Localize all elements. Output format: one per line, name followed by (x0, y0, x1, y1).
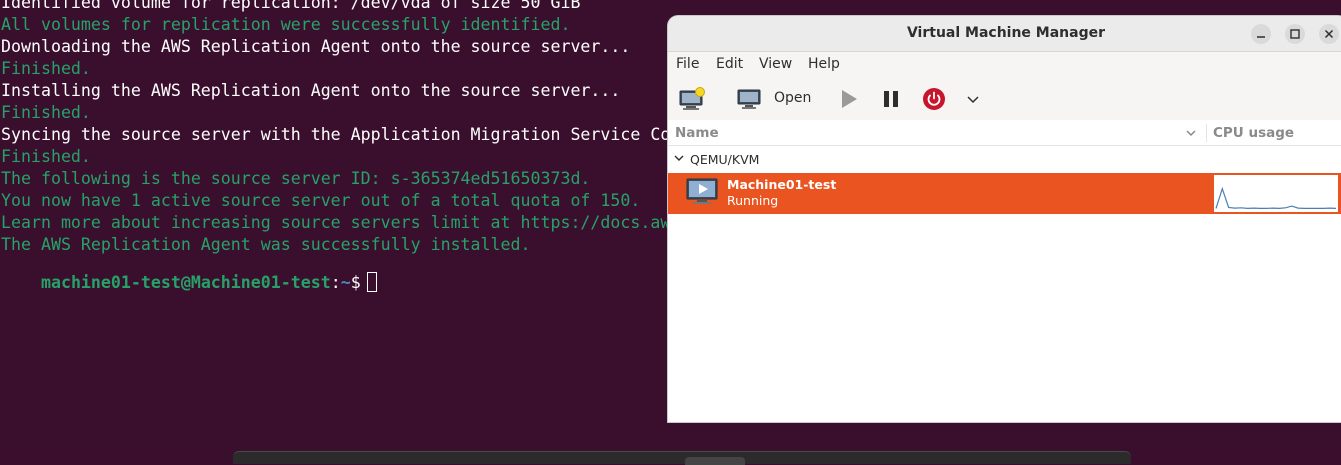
list-header: Name CPU usage (668, 120, 1341, 146)
dock (233, 451, 1131, 465)
terminal-line: Finished. (1, 147, 91, 166)
terminal-line: Finished. (1, 103, 91, 122)
vmm-window: Virtual Machine Manager File Edit View H… (668, 16, 1341, 422)
menu-view[interactable]: View (759, 56, 792, 72)
cpu-usage-line (1215, 186, 1337, 210)
maximize-icon (1290, 29, 1300, 39)
vm-running-icon (686, 178, 718, 204)
terminal-line: Downloading the AWS Replication Agent on… (1, 37, 631, 56)
chevron-down-icon (967, 96, 979, 104)
maximize-button[interactable] (1285, 24, 1305, 44)
cpu-usage-graph (1214, 175, 1338, 212)
connection-row[interactable]: QEMU/KVM (668, 147, 1341, 171)
play-icon (842, 90, 857, 108)
terminal-line: The following is the source server ID: s… (1, 169, 591, 188)
dock-item[interactable] (685, 457, 745, 465)
shutdown-menu-button[interactable] (966, 92, 980, 106)
toolbar: Open (668, 78, 1341, 121)
close-icon (1324, 29, 1334, 39)
terminal-line: All volumes for replication were success… (1, 15, 571, 34)
terminal-line: Identified volume for replication: /dev/… (1, 0, 581, 12)
open-label: Open (774, 90, 812, 106)
menu-help[interactable]: Help (808, 56, 840, 72)
pause-button[interactable] (881, 88, 903, 110)
cpu-usage-sparkline (1215, 186, 1337, 210)
window-title: Virtual Machine Manager (906, 25, 1106, 41)
prompt-path: ~ (340, 273, 351, 292)
column-cpu-header[interactable]: CPU usage (1213, 125, 1294, 141)
minimize-icon (1257, 36, 1265, 38)
pause-icon (884, 91, 898, 107)
new-vm-button[interactable] (678, 86, 708, 112)
prompt-colon: : (330, 273, 341, 292)
prompt-user-host: machine01-test@Machine01-test (40, 273, 331, 292)
terminal-prompt-line[interactable]: machine01-test@Machine01-test:~$ (1, 250, 377, 292)
open-button[interactable]: Open (736, 86, 816, 112)
terminal-line: Finished. (1, 59, 91, 78)
terminal-line: You now have 1 active source server out … (1, 191, 641, 210)
minimize-button[interactable] (1251, 24, 1271, 44)
vm-row[interactable]: Machine01-test Running (668, 173, 1341, 214)
connection-label: QEMU/KVM (690, 152, 760, 167)
vm-status: Running (727, 193, 779, 208)
sort-chevron-icon[interactable] (1185, 128, 1197, 140)
terminal-line: Syncing the source server with the Appli… (1, 125, 751, 144)
vm-name: Machine01-test (727, 177, 837, 192)
prompt-dollar: $ (350, 273, 361, 292)
menu-edit[interactable]: Edit (716, 56, 743, 72)
run-button[interactable] (838, 88, 860, 110)
chevron-down-icon[interactable] (673, 153, 685, 165)
close-button[interactable] (1319, 24, 1339, 44)
column-divider[interactable] (1206, 124, 1207, 142)
new-vm-icon (679, 87, 705, 110)
vmm-titlebar[interactable]: Virtual Machine Manager (668, 16, 1341, 52)
terminal-cursor (366, 272, 377, 292)
shutdown-button[interactable] (922, 87, 946, 111)
power-icon (923, 88, 945, 110)
monitor-icon (737, 89, 761, 109)
menu-file[interactable]: File (676, 56, 699, 72)
menu-bar: File Edit View Help (668, 52, 1341, 78)
column-name-header[interactable]: Name (675, 125, 719, 141)
terminal-line: Installing the AWS Replication Agent ont… (1, 81, 621, 100)
